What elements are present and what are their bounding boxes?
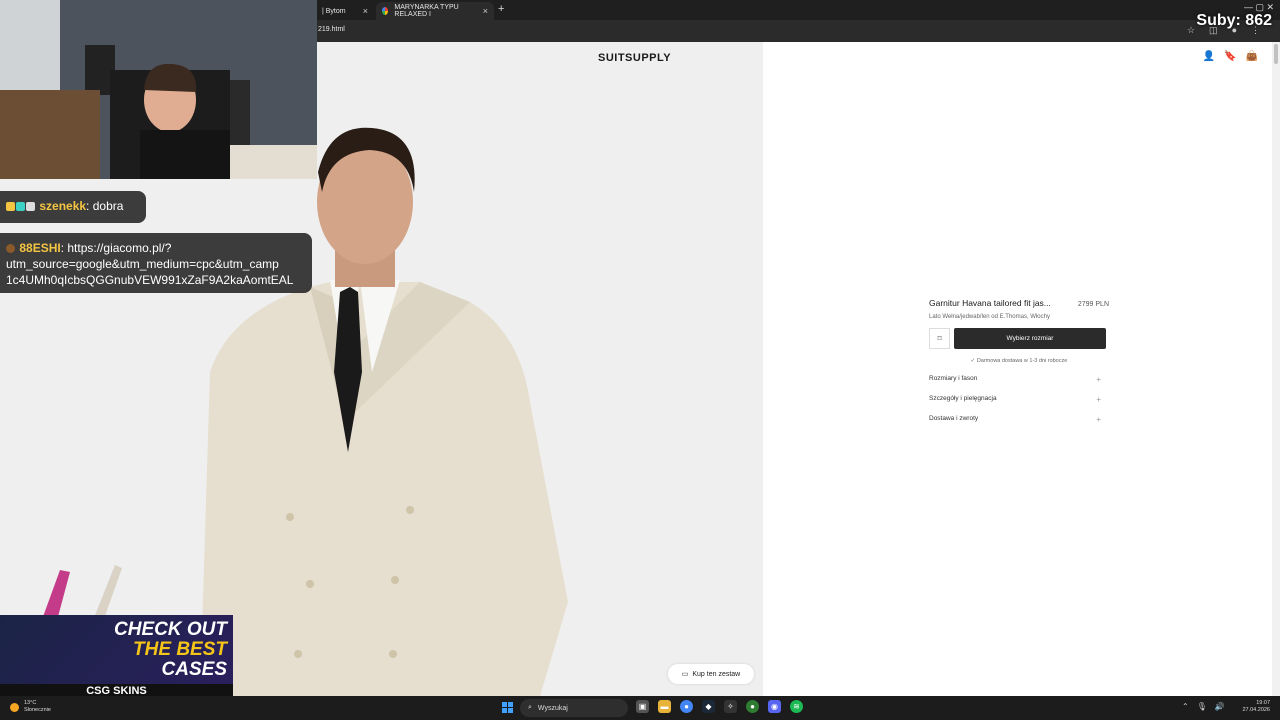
chat-text: dobra [92,199,124,213]
search-icon: ⌕ [528,704,532,711]
product-panel: Garnitur Havana tailored fit jas... 2799… [929,298,1109,435]
plus-icon: + [1096,415,1101,424]
ad-headline: CHECK OUT THE BEST CASES [114,619,227,680]
cart-icon[interactable]: 👜 [1246,51,1258,62]
whatsapp-icon[interactable]: ● [746,700,759,713]
subscriber-counter: Suby: 862 [1196,12,1272,29]
taskbar: 13°C Słonecznie ⌕ Wyszukaj ▣ ▬ ● ◆ ✧ ● ◉… [0,696,1280,720]
chevron-up-icon[interactable]: ⌃ [1182,702,1189,711]
wishlist-bookmark-icon[interactable]: ⌑ [929,328,950,349]
site-header-icons: 👤 🔖 👜 [1203,51,1258,62]
system-clock[interactable]: 19:07 27.04.2026 [1242,700,1270,714]
search-placeholder: Wyszukaj [537,704,568,712]
settings-icon[interactable]: ✧ [724,700,737,713]
sub-badge-icon [16,202,25,211]
bookmark-icon[interactable]: 🔖 [1224,51,1236,62]
new-tab-icon[interactable]: + [498,3,504,15]
microphone-icon[interactable]: 🎙 [1197,702,1207,711]
taskbar-apps: ▣ ▬ ● ◆ ✧ ● ◉ ≋ [636,700,803,713]
plus-icon: + [1096,375,1101,384]
account-icon[interactable]: 👤 [1203,51,1215,62]
chat-message: 88ESHI: https://giacomo.pl/?utm_source=g… [0,233,312,293]
weather-widget[interactable]: 13°C Słonecznie [10,700,51,714]
star-icon[interactable]: ☆ [1187,25,1195,36]
delivery-info: ✓ Darmowa dostawa w 1-3 dni robocze [970,358,1068,364]
scrollbar-thumb[interactable] [1274,44,1278,64]
weather-desc: Słonecznie [24,707,51,713]
page-scrollbar[interactable] [1272,42,1280,696]
file-explorer-icon[interactable]: ▬ [658,700,671,713]
crown-badge-icon [6,202,15,211]
brand-logo[interactable]: SUITSUPPLY [598,52,671,64]
task-view-icon[interactable]: ▣ [636,700,649,713]
webcam-feed [0,0,317,179]
chat-username: szenekk [39,199,87,213]
steam-icon[interactable]: ◆ [702,700,715,713]
product-accordion: Rozmiary i fason + Szczegóły i pielęgnacj… [929,375,1109,435]
accordion-item-sizes[interactable]: Rozmiary i fason + [929,375,1109,395]
volume-icon[interactable]: 🔊 [1215,702,1225,711]
chat-message: szenekk: dobra [0,191,146,223]
browser-tab-active[interactable]: MARYNARKA TYPU RELAXED I × [376,2,494,20]
cookie-badge-icon [6,244,15,253]
plus-icon: + [1096,395,1101,404]
close-tab-icon[interactable]: × [363,6,368,16]
url-text[interactable]: 219.html [318,26,345,33]
start-button-icon[interactable] [502,702,513,713]
product-name: Garnitur Havana tailored fit jas... [929,298,1051,308]
accordion-item-details[interactable]: Szczegóły i pielęgnacja + [929,395,1109,415]
shop-the-look-button[interactable]: ▭ Kup ten zestaw [668,664,754,684]
webcam-image [0,0,317,179]
spotify-icon[interactable]: ≋ [790,700,803,713]
taskbar-search[interactable]: ⌕ Wyszukaj [520,699,628,717]
tab-title: MARYNARKA TYPU RELAXED I [394,4,459,18]
discord-icon[interactable]: ◉ [768,700,781,713]
product-price: 2799 PLN [1077,301,1109,308]
ball-badge-icon [26,202,35,211]
browser-tab[interactable]: | Bytom × [316,2,374,20]
chrome-icon[interactable]: ● [680,700,693,713]
tab-favicon-icon [382,7,389,15]
chat-username: 88ESHI [19,241,61,255]
sponsor-ad: CHECK OUT THE BEST CASES CSG SKINS [0,560,233,698]
select-size-button[interactable]: Wybierz rozmiar [954,328,1106,349]
tab-title: | Bytom [322,7,346,15]
weather-temp: 13°C [24,700,37,706]
bag-icon: ▭ [681,671,689,678]
sun-icon [10,702,19,712]
product-subtitle: Lato Wełna/jedwab/len od E.Thomas, Włoch… [929,314,1050,320]
system-tray: ⌃ 🎙 🔊 [1182,702,1225,711]
accordion-item-delivery[interactable]: Dostawa i zwroty + [929,415,1109,435]
close-tab-icon[interactable]: × [483,6,488,16]
